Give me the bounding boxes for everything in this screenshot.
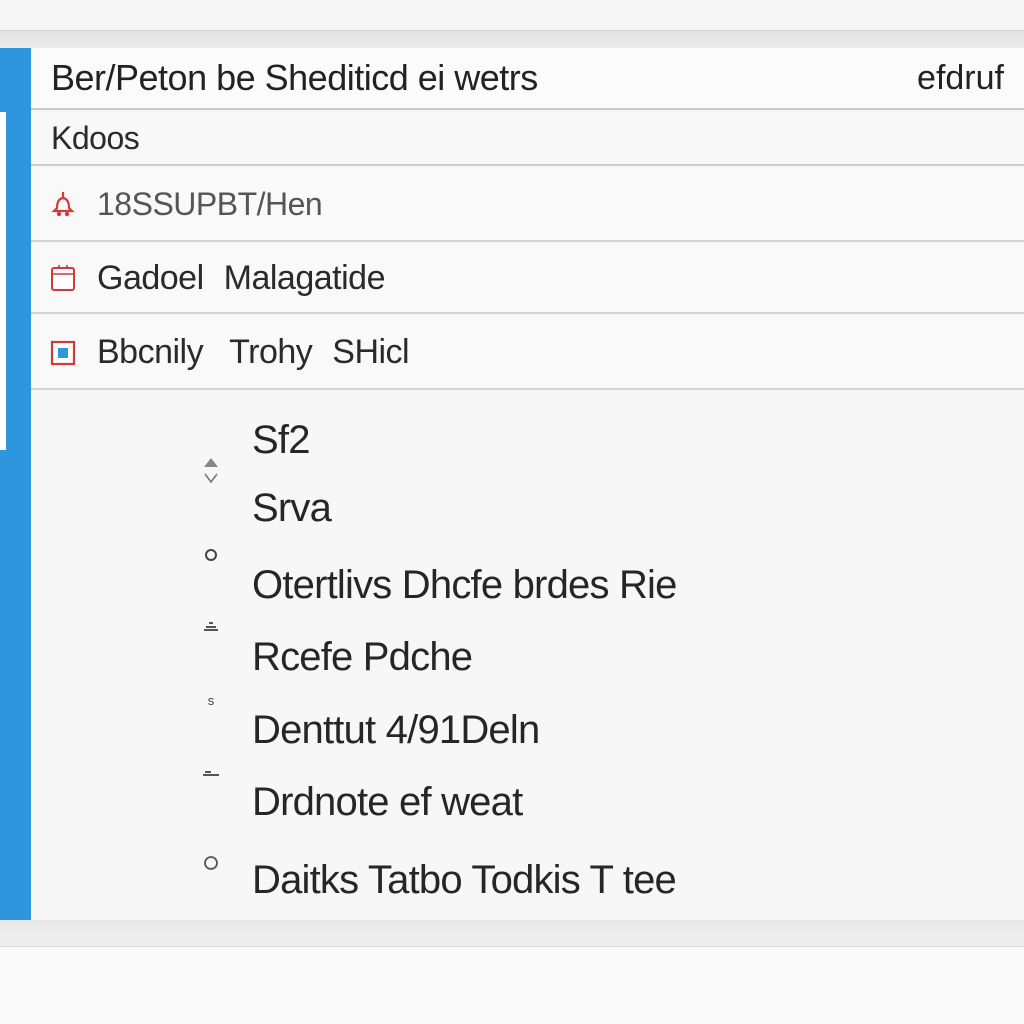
circle-icon — [205, 549, 217, 561]
header-row: Ber/Peton be Shediticd ei wetrs efdruf — [31, 48, 1024, 110]
menu-item-label: Srva — [252, 485, 332, 530]
below-area — [0, 947, 1024, 1024]
menu-item[interactable]: Drdnote ef weat — [196, 771, 896, 832]
header-right-label[interactable]: efdruf — [917, 59, 1004, 98]
menu-item-label: Rcefe Pdche — [252, 634, 473, 679]
bell-icon — [51, 192, 75, 217]
menu-item-label: Otertlivs Dhcfe brdes Rie — [252, 562, 677, 607]
image-icon — [50, 340, 76, 366]
list-item[interactable]: Gadoel Malagatide — [31, 244, 1024, 314]
menu-item[interactable]: Rcefe Pdche — [196, 622, 896, 687]
list-item-label-b: Trohy — [229, 332, 313, 371]
top-rule — [0, 30, 1024, 49]
section-title: Kdoos — [51, 119, 140, 156]
s-glyph-icon: s — [208, 693, 215, 708]
menu-item-label: Sf2 — [252, 417, 310, 462]
list-item-label: Gadoel Malagatide — [97, 259, 385, 298]
list-item-label: Bbcnily Trohy SHicl — [97, 332, 410, 372]
list-item-label: 18SSUPBT/Hen — [97, 185, 323, 222]
list-item-label-b: Malagatide — [223, 258, 386, 297]
menu-item[interactable]: s Denttut 4/91Deln — [196, 693, 896, 760]
list-item-label-a: Gadoel — [97, 258, 204, 297]
list-item[interactable]: 18SSUPBT/Hen — [31, 168, 1024, 242]
section-row: Kdoos — [31, 112, 1024, 166]
menu-item[interactable]: Sf2 — [196, 410, 896, 484]
menu-item-label: Drdnote ef weat — [252, 779, 523, 824]
menu-item-label: Denttut 4/91Deln — [252, 707, 540, 752]
document-icon — [51, 265, 75, 291]
blank-icon — [196, 493, 226, 523]
list-item-label-c: SHicl — [332, 332, 410, 371]
menu-item-label: Daitks Tatbo Todkis T tee — [252, 857, 677, 902]
menu-item[interactable]: Otertlivs Dhcfe brdes Rie — [196, 549, 896, 615]
menu-item[interactable]: Daitks Tatbo Todkis T tee — [196, 850, 896, 910]
header-title: Ber/Peton be Shediticd ei wetrs — [51, 57, 538, 98]
list-item[interactable]: Bbcnily Trohy SHicl — [31, 316, 1024, 390]
svg-text:s: s — [208, 693, 215, 708]
top-strip — [0, 0, 1024, 30]
list-item-label-a: Bbcnily — [97, 332, 204, 371]
circle-icon — [204, 856, 218, 870]
menu-item[interactable]: Srva — [196, 478, 896, 538]
small-glyph-icon — [203, 771, 219, 776]
small-glyph-icon — [204, 622, 218, 631]
bottom-strip — [0, 920, 1024, 947]
accent-notch — [0, 112, 6, 450]
